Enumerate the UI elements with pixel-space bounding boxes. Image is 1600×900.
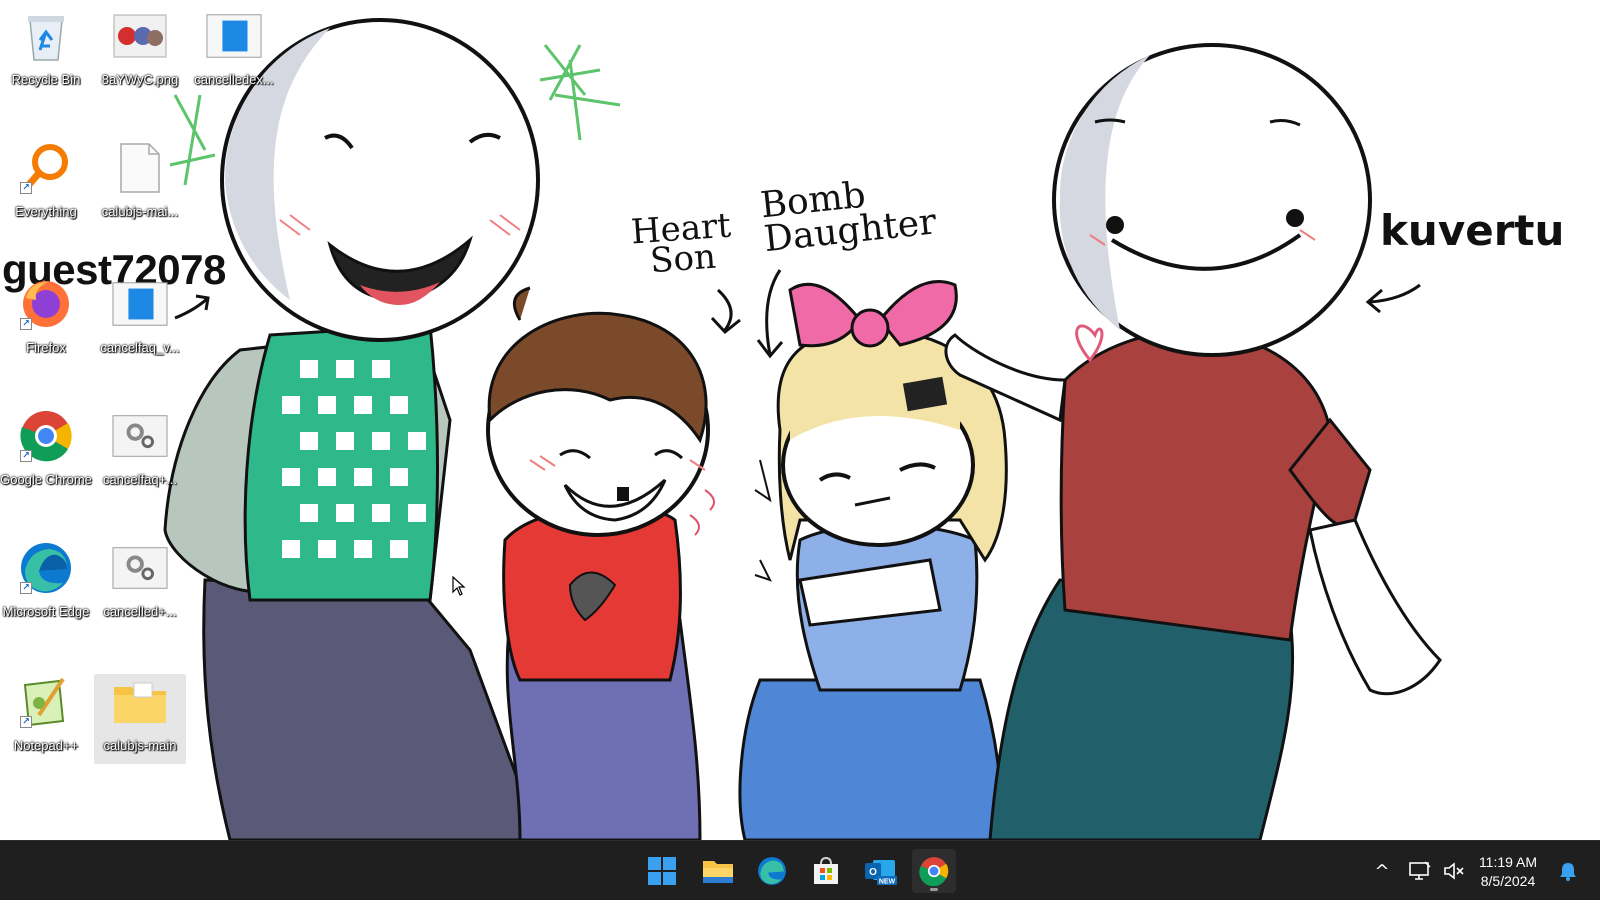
- desktop-icon-label: Everything: [15, 204, 77, 219]
- edge-icon: [758, 857, 786, 885]
- document-file-icon: [112, 276, 168, 332]
- desktop-icon-cancelledex[interactable]: cancelledex...: [188, 8, 280, 89]
- outlook-icon: ONEW: [865, 860, 897, 886]
- desktop-icon-label: calubjs-main: [103, 738, 177, 753]
- taskbar: O NEW ^ 11:19 AM 8/5/2024: [0, 840, 1600, 900]
- show-hidden-icons-button[interactable]: ^: [1368, 855, 1396, 887]
- windows-start-icon: [648, 857, 676, 885]
- chevron-up-icon: ^: [1374, 860, 1390, 882]
- desktop-icon-label: Microsoft Edge: [2, 604, 90, 619]
- settings-file-icon: [112, 540, 168, 596]
- desktop-icon-label: cancelfaq+...: [102, 472, 178, 487]
- network-button[interactable]: [1406, 855, 1434, 887]
- outlook-new-button[interactable]: O NEW: [858, 849, 902, 893]
- chrome-taskbar-button[interactable]: [912, 849, 956, 893]
- desktop-icon-label: cancelledex...: [194, 72, 274, 87]
- svg-text:NEW: NEW: [879, 879, 896, 886]
- desktop-icon-notepad-plus-plus[interactable]: ↗ Notepad++: [0, 674, 92, 755]
- desktop-wallpaper: [163, 18, 1442, 840]
- desktop-icon-cancelfaq-plus[interactable]: cancelfaq+...: [94, 408, 186, 489]
- bell-icon: [1560, 863, 1576, 881]
- desktop-icon-firefox[interactable]: ↗ Firefox: [0, 276, 92, 357]
- desktop[interactable]: guest72078 Heart Son Bomb Daughter kuver…: [0, 0, 1600, 840]
- desktop-icon-cancelfaq-v[interactable]: cancelfaq_v...: [94, 276, 186, 357]
- desktop-icon-calubjs-main-folder[interactable]: calubjs-main: [94, 674, 186, 764]
- desktop-icon-cancelled-plus[interactable]: cancelled+...: [94, 540, 186, 621]
- chrome-icon: [919, 857, 949, 886]
- desktop-icon-label: calubjs-mai...: [101, 204, 179, 219]
- desktop-icon-calubjs-mai[interactable]: calubjs-mai...: [94, 140, 186, 221]
- recycle-bin-icon: [18, 8, 74, 64]
- svg-text:O: O: [869, 867, 877, 878]
- notepad-plus-plus-icon: ↗: [18, 674, 74, 730]
- son-character: [486, 286, 715, 840]
- clock[interactable]: 11:19 AM 8/5/2024: [1462, 853, 1554, 891]
- wallpaper-kuvertu-label: kuvertu: [1380, 206, 1565, 255]
- desktop-icon-label: Firefox: [26, 340, 66, 355]
- desktop-icon-microsoft-edge[interactable]: ↗ Microsoft Edge: [0, 540, 92, 621]
- desktop-icon-everything[interactable]: ↗ Everything: [0, 140, 92, 221]
- document-file-icon: [206, 8, 262, 64]
- desktop-icon-google-chrome[interactable]: ↗ Google Chrome: [0, 408, 92, 489]
- folder-icon: [703, 861, 733, 883]
- desktop-icon-label: Notepad++: [13, 738, 79, 753]
- network-monitor-icon: [1409, 861, 1431, 880]
- start-button[interactable]: [640, 849, 684, 893]
- desktop-icon-label: Google Chrome: [0, 472, 92, 487]
- chrome-icon: ↗: [18, 408, 74, 464]
- file-explorer-button[interactable]: [696, 849, 740, 893]
- desktop-icon-image-file[interactable]: 8aYWyC.png: [94, 8, 186, 89]
- everything-search-icon: ↗: [18, 140, 74, 196]
- folder-icon: [112, 674, 168, 730]
- running-indicator: [930, 888, 938, 891]
- firefox-icon: ↗: [18, 276, 74, 332]
- mouse-cursor-icon: [452, 576, 466, 596]
- clock-date: 8/5/2024: [1480, 873, 1536, 889]
- desktop-icon-recycle-bin[interactable]: Recycle Bin: [0, 8, 92, 89]
- desktop-icon-label: 8aYWyC.png: [101, 72, 179, 87]
- desktop-icon-label: Recycle Bin: [11, 72, 81, 87]
- blank-file-icon: [112, 140, 168, 196]
- edge-icon: ↗: [18, 540, 74, 596]
- kuvertu-character: [944, 43, 1442, 840]
- shortcut-arrow-icon: ↗: [20, 182, 32, 194]
- clock-time: 11:19 AM: [1478, 854, 1538, 870]
- wallpaper-bomb-daughter-label: Bomb Daughter: [758, 174, 939, 261]
- store-icon: [814, 856, 838, 884]
- image-file-icon: [112, 8, 168, 64]
- father-character: [163, 18, 542, 840]
- edge-taskbar-button[interactable]: [750, 849, 794, 893]
- desktop-icon-label: cancelfaq_v...: [100, 340, 180, 355]
- settings-file-icon: [112, 408, 168, 464]
- desktop-icon-label: cancelled+...: [103, 604, 177, 619]
- shortcut-arrow-icon: ↗: [20, 318, 32, 330]
- wallpaper-heart-son-label: Heart Son: [629, 205, 733, 282]
- shortcut-arrow-icon: ↗: [20, 716, 32, 728]
- microsoft-store-button[interactable]: [804, 849, 848, 893]
- shortcut-arrow-icon: ↗: [20, 450, 32, 462]
- shortcut-arrow-icon: ↗: [20, 582, 32, 594]
- notifications-button[interactable]: [1554, 855, 1582, 887]
